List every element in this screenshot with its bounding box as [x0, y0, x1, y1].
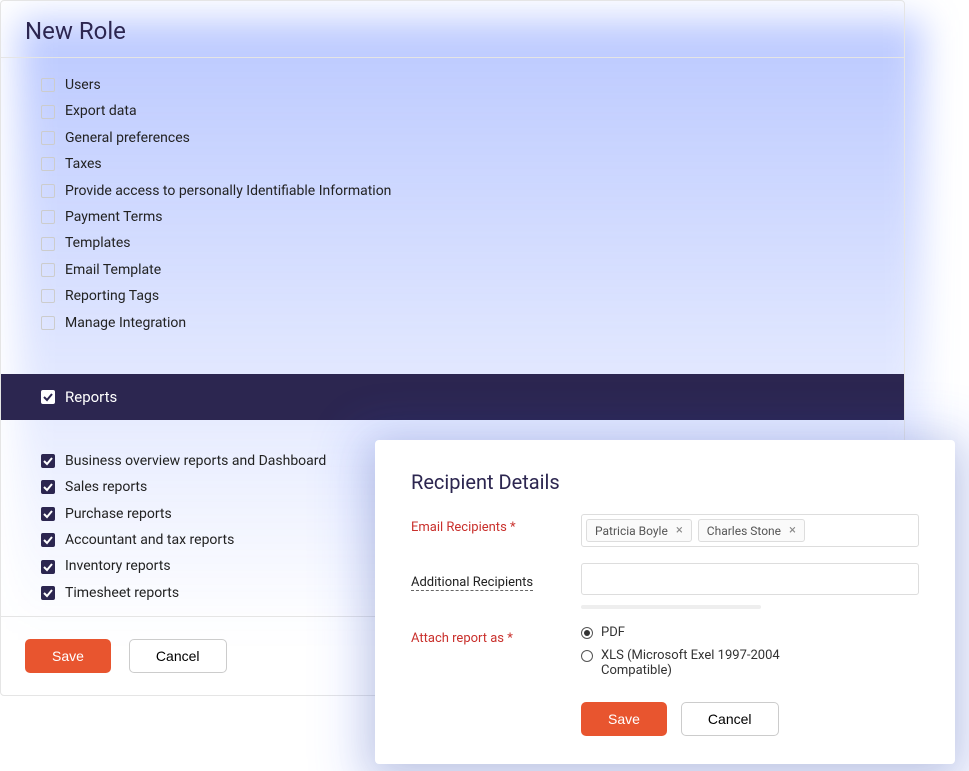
- permission-label: Taxes: [65, 153, 102, 175]
- permission-row: General preferences: [41, 125, 882, 151]
- format-radio[interactable]: [581, 650, 593, 662]
- format-label: XLS (Microsoft Exel 1997-2004 Compatible…: [601, 648, 821, 678]
- recipient-name: Charles Stone: [707, 524, 781, 538]
- recipient-details-modal: Recipient Details Email Recipients * Pat…: [375, 440, 955, 764]
- permission-checkbox[interactable]: [41, 263, 55, 277]
- remove-recipient-icon[interactable]: ×: [789, 523, 796, 538]
- permission-row: Reporting Tags: [41, 283, 882, 309]
- report-label: Business overview reports and Dashboard: [65, 450, 326, 472]
- reports-section-checkbox[interactable]: [41, 390, 55, 404]
- permission-checkbox[interactable]: [41, 289, 55, 303]
- recipient-name: Patricia Boyle: [595, 524, 668, 538]
- permission-row: Manage Integration: [41, 310, 882, 336]
- remove-recipient-icon[interactable]: ×: [676, 523, 683, 538]
- permission-label: Manage Integration: [65, 312, 186, 334]
- reports-section-header[interactable]: Reports: [1, 374, 904, 420]
- permission-row: Export data: [41, 98, 882, 124]
- permission-checkbox[interactable]: [41, 157, 55, 171]
- permission-label: Email Template: [65, 259, 161, 281]
- report-label: Accountant and tax reports: [65, 529, 234, 551]
- report-checkbox[interactable]: [41, 586, 55, 600]
- permission-checkbox[interactable]: [41, 316, 55, 330]
- permission-row: Users: [41, 72, 882, 98]
- format-option[interactable]: XLS (Microsoft Exel 1997-2004 Compatible…: [581, 648, 919, 678]
- format-option[interactable]: PDF: [581, 625, 919, 640]
- permission-label: General preferences: [65, 127, 190, 149]
- save-button[interactable]: Save: [25, 639, 111, 673]
- permission-label: Reporting Tags: [65, 285, 159, 307]
- report-label: Inventory reports: [65, 555, 171, 577]
- permission-label: Templates: [65, 232, 131, 254]
- report-label: Timesheet reports: [65, 582, 179, 604]
- permission-row: Payment Terms: [41, 204, 882, 230]
- additional-recipients-label: Additional Recipients: [411, 569, 533, 591]
- reports-section-label: Reports: [65, 388, 117, 406]
- report-label: Purchase reports: [65, 503, 172, 525]
- modal-cancel-button[interactable]: Cancel: [681, 702, 779, 736]
- permissions-list: Users Export data General preferences Taxes…: [1, 58, 904, 346]
- report-checkbox[interactable]: [41, 560, 55, 574]
- attach-report-label: Attach report as *: [411, 625, 581, 646]
- additional-recipients-input[interactable]: [581, 563, 919, 595]
- report-checkbox[interactable]: [41, 454, 55, 468]
- report-label: Sales reports: [65, 476, 147, 498]
- cancel-button[interactable]: Cancel: [129, 639, 227, 673]
- recipient-tag: Patricia Boyle ×: [586, 519, 692, 542]
- permission-row: Templates: [41, 230, 882, 256]
- permission-checkbox[interactable]: [41, 237, 55, 251]
- permission-row: Email Template: [41, 257, 882, 283]
- permission-label: Provide access to personally Identifiabl…: [65, 180, 391, 202]
- email-recipients-label: Email Recipients *: [411, 514, 581, 535]
- permission-label: Users: [65, 74, 101, 96]
- report-checkbox[interactable]: [41, 533, 55, 547]
- modal-title: Recipient Details: [411, 470, 919, 494]
- format-radio[interactable]: [581, 627, 593, 639]
- permission-label: Payment Terms: [65, 206, 162, 228]
- report-checkbox[interactable]: [41, 507, 55, 521]
- permission-checkbox[interactable]: [41, 78, 55, 92]
- permission-checkbox[interactable]: [41, 131, 55, 145]
- email-recipients-input[interactable]: Patricia Boyle × Charles Stone ×: [581, 514, 919, 547]
- page-title: New Role: [1, 1, 904, 58]
- permission-checkbox[interactable]: [41, 210, 55, 224]
- permission-label: Export data: [65, 100, 137, 122]
- report-checkbox[interactable]: [41, 480, 55, 494]
- format-label: PDF: [601, 625, 625, 640]
- permission-row: Provide access to personally Identifiabl…: [41, 178, 882, 204]
- permission-row: Taxes: [41, 151, 882, 177]
- modal-save-button[interactable]: Save: [581, 702, 667, 736]
- permission-checkbox[interactable]: [41, 184, 55, 198]
- recipient-tag: Charles Stone ×: [698, 519, 805, 542]
- scroll-indicator: [581, 605, 761, 609]
- permission-checkbox[interactable]: [41, 105, 55, 119]
